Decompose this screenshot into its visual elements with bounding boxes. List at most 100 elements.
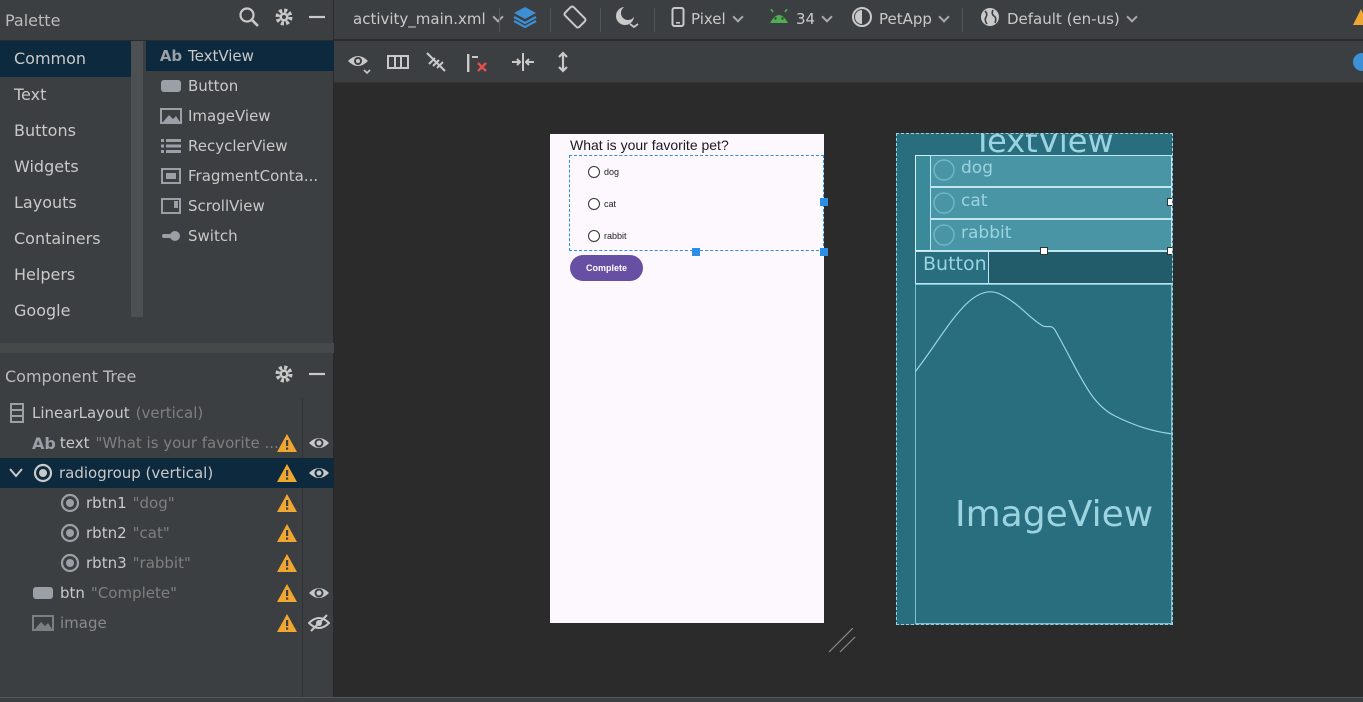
android-icon [768, 8, 790, 29]
blueprint-resize-handle-bottom[interactable] [1040, 247, 1048, 255]
resize-vertical-icon[interactable] [550, 50, 576, 78]
tree-row-id: rbtn3 [86, 554, 127, 572]
android-studio-layout-editor: Palette Common Text Buttons Widgets Layo… [0, 0, 1363, 702]
palette-scrollbar[interactable] [131, 41, 143, 317]
warning-icon[interactable] [276, 433, 298, 457]
design-preview[interactable]: What is your favorite pet? dog cat rabbi… [550, 134, 828, 623]
theme-name: PetApp [879, 10, 932, 28]
radio-circle [588, 230, 600, 242]
warning-icon[interactable] [276, 493, 298, 517]
palette-category-common[interactable]: Common [0, 41, 143, 77]
panel-splitter[interactable] [0, 343, 334, 353]
radio-option-dog[interactable]: dog [588, 166, 619, 178]
palette-item-switch[interactable]: Switch [146, 221, 334, 251]
file-selector[interactable]: activity_main.xml [353, 0, 504, 38]
palette-item-imageview[interactable]: ImageView [146, 101, 334, 131]
night-mode-toggle[interactable] [612, 0, 640, 38]
view-options-icon[interactable] [346, 50, 372, 80]
theme-selector[interactable]: PetApp [851, 0, 950, 38]
fragment-container-icon [160, 168, 182, 184]
palette-category-buttons[interactable]: Buttons [0, 113, 143, 149]
tree-row-linearlayout[interactable]: LinearLayout (vertical) [0, 398, 334, 428]
tree-row-rbtn2[interactable]: rbtn2 "cat" [0, 518, 334, 548]
complete-button[interactable]: Complete [570, 255, 643, 281]
tree-row-rbtn3[interactable]: rbtn3 "rabbit" [0, 548, 334, 578]
textview-icon: Ab [32, 433, 56, 453]
palette-item-label: FragmentConta... [188, 167, 319, 185]
locale-selector[interactable]: Default (en-us) [979, 0, 1138, 38]
tree-row-image[interactable]: image [0, 608, 334, 638]
info-icon[interactable] [1350, 50, 1363, 78]
radio-option-cat[interactable]: cat [588, 198, 616, 210]
orientation-toggle[interactable] [562, 0, 588, 38]
resize-grip-icon[interactable] [828, 627, 858, 660]
palette-category-containers[interactable]: Containers [0, 221, 143, 257]
palette-category-google[interactable]: Google [0, 293, 143, 329]
palette-category-helpers[interactable]: Helpers [0, 257, 143, 293]
blueprint-image-curve [915, 291, 1172, 435]
palette-item-label: RecyclerView [188, 137, 288, 155]
margin-horizontal-icon[interactable] [510, 50, 536, 78]
eye-icon[interactable] [308, 463, 330, 487]
resize-handle-corner[interactable] [820, 248, 828, 256]
gear-icon[interactable] [274, 364, 294, 384]
warning-icon[interactable] [276, 553, 298, 577]
component-tree: LinearLayout (vertical) Ab text "What is… [0, 398, 334, 638]
warning-icon[interactable] [276, 523, 298, 547]
radio-option-rabbit[interactable]: rabbit [588, 230, 627, 242]
minimize-icon[interactable] [308, 8, 326, 26]
minimize-icon[interactable] [308, 365, 326, 383]
palette-item-label: Switch [188, 227, 238, 245]
autoconnect-off-icon[interactable] [424, 50, 448, 78]
radio-label: dog [604, 167, 620, 177]
blueprint-toggle-icon[interactable] [386, 50, 410, 78]
palette-item-label: Button [188, 77, 239, 95]
warning-icon[interactable] [276, 613, 298, 637]
issues-indicator[interactable] [1349, 0, 1363, 38]
device-selector[interactable]: Pixel [671, 0, 744, 38]
divider [499, 8, 500, 32]
eye-icon[interactable] [308, 433, 330, 457]
warning-icon[interactable] [276, 583, 298, 607]
resize-handle-bottom[interactable] [692, 248, 700, 256]
palette-item-textview[interactable]: Ab TextView [146, 41, 334, 71]
eye-icon[interactable] [308, 583, 330, 607]
editor-toolbar: activity_main.xml Pixel 34 PetApp Defaul… [334, 0, 1363, 40]
eye-hidden-icon[interactable] [307, 613, 331, 637]
tree-row-radiogroup[interactable]: radiogroup (vertical) [0, 458, 334, 488]
tree-row-rbtn1[interactable]: rbtn1 "dog" [0, 488, 334, 518]
palette-category-widgets[interactable]: Widgets [0, 149, 143, 185]
palette-item-fragmentcontainer[interactable]: FragmentConta... [146, 161, 334, 191]
imageview-icon [160, 108, 182, 124]
switch-icon [160, 228, 182, 244]
blueprint-preview[interactable]: TextView dog cat rabbit Button ImageView [896, 133, 1173, 625]
rotate-device-icon [562, 4, 588, 34]
palette-item-label: ImageView [188, 107, 271, 125]
palette-category-layouts[interactable]: Layouts [0, 185, 143, 221]
tree-row-btn[interactable]: btn "Complete" [0, 578, 334, 608]
palette-category-text[interactable]: Text [0, 77, 143, 113]
design-surface-toggle[interactable] [512, 0, 538, 38]
design-canvas[interactable] [335, 84, 1363, 697]
palette-item-button[interactable]: Button [146, 71, 334, 101]
gear-icon[interactable] [274, 7, 294, 27]
chevron-down-icon [732, 11, 744, 23]
chevron-down-icon [1126, 11, 1138, 23]
tree-row-detail: "cat" [132, 524, 170, 542]
search-icon[interactable] [238, 6, 260, 28]
blueprint-resize-handle-corner[interactable] [1167, 247, 1172, 255]
divider [654, 8, 655, 32]
api-level-selector[interactable]: 34 [768, 0, 833, 38]
clear-constraints-icon[interactable] [464, 50, 490, 78]
button-icon [160, 78, 182, 94]
palette-item-scrollview[interactable]: ScrollView [146, 191, 334, 221]
blueprint-resize-handle-right[interactable] [1167, 198, 1172, 206]
chevron-down-icon [821, 11, 833, 23]
tree-row-text[interactable]: Ab text "What is your favorite ... [0, 428, 334, 458]
chevron-down-icon[interactable] [9, 468, 23, 478]
palette-item-recyclerview[interactable]: RecyclerView [146, 131, 334, 161]
tree-row-id: image [60, 614, 107, 632]
question-textview[interactable]: What is your favorite pet? [570, 137, 729, 153]
resize-handle-right[interactable] [820, 198, 828, 206]
warning-icon[interactable] [276, 463, 298, 487]
